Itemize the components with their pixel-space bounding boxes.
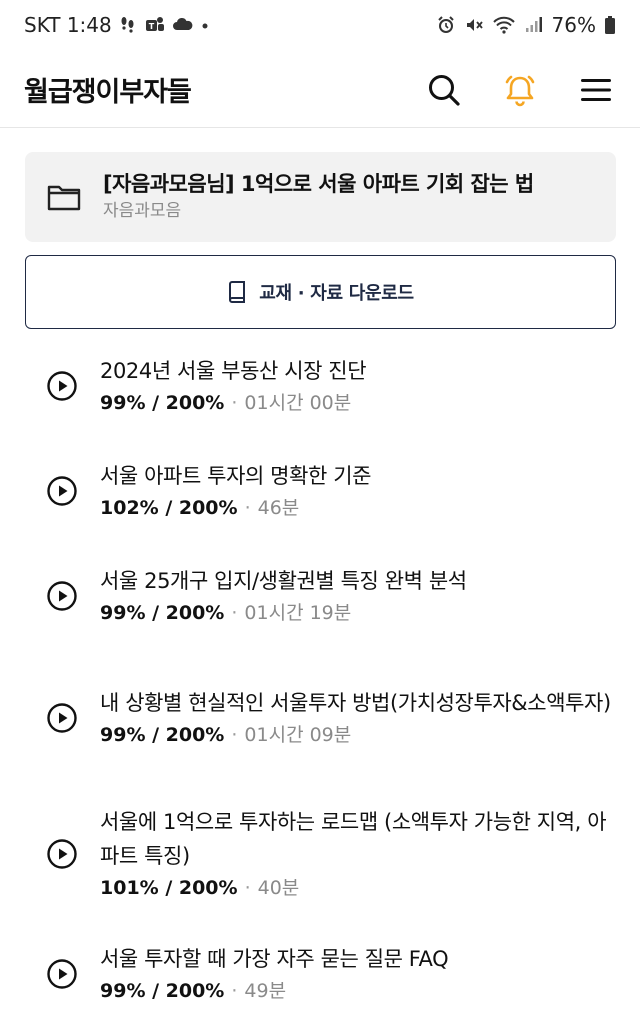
app-header: 월급쟁이부자들 [0,52,640,128]
course-title: [자음과모음님] 1억으로 서울 아파트 기회 잡는 법 [103,172,534,196]
separator-dot: · [244,497,251,519]
lesson-title: 서울 25개구 입지/생활권별 특징 완벽 분석 [100,569,467,593]
lesson-title: 서울 아파트 투자의 명확한 기준 [100,464,372,488]
alarm-icon [436,15,456,35]
menu-icon [581,78,611,101]
notification-button[interactable] [500,70,540,110]
lesson-item[interactable]: 서울에 1억으로 투자하는 로드맵 (소액투자 가능한 지역, 아파트 특징) … [0,803,640,905]
dot-icon [200,15,210,35]
lesson-title: 서울에 1억으로 투자하는 로드맵 (소액투자 가능한 지역, 아파트 특징) [100,810,607,868]
play-icon[interactable] [46,838,78,870]
lesson-item[interactable]: 서울 투자할 때 가장 자주 묻는 질문 FAQ 99% / 200% · 49분 [0,940,640,1008]
mute-icon [464,15,484,35]
folder-icon [47,182,81,212]
wifi-icon [492,15,516,35]
lesson-duration: 40분 [257,877,300,899]
lesson-title: 서울 투자할 때 가장 자주 묻는 질문 FAQ [100,947,449,971]
carrier-time: SKT 1:48 [24,13,112,37]
separator-dot: · [244,877,251,899]
lesson-progress: 102% / 200% [100,497,238,519]
search-button[interactable] [424,70,464,110]
separator-dot: · [231,392,238,414]
status-bar: SKT 1:48 T 76% [0,0,640,50]
lesson-progress: 101% / 200% [100,877,238,899]
download-materials-button[interactable]: 교재 · 자료 다운로드 [25,255,616,329]
svg-text:T: T [149,22,155,31]
battery-percent: 76% [551,13,596,37]
play-icon[interactable] [46,580,78,612]
footprints-icon [118,15,138,35]
menu-button[interactable] [576,70,616,110]
lesson-progress: 99% / 200% [100,392,225,414]
lesson-title: 내 상황별 현실적인 서울투자 방법(가치성장투자&소액투자) [100,691,611,715]
brand-logo[interactable]: 월급쟁이부자들 [24,70,192,109]
lesson-progress: 99% / 200% [100,980,225,1002]
play-icon[interactable] [46,958,78,990]
lesson-duration: 01시간 09분 [244,724,352,746]
lesson-item[interactable]: 서울 아파트 투자의 명확한 기준 102% / 200% · 46분 [0,457,640,525]
lesson-item[interactable]: 내 상황별 현실적인 서울투자 방법(가치성장투자&소액투자) 99% / 20… [0,667,640,769]
lesson-duration: 01시간 19분 [244,602,352,624]
book-icon [227,281,247,303]
lesson-duration: 01시간 00분 [244,392,352,414]
lesson-progress: 99% / 200% [100,724,225,746]
course-author: 자음과모음 [103,201,182,221]
course-card: [자음과모음님] 1억으로 서울 아파트 기회 잡는 법 자음과모음 [25,152,616,242]
cloud-icon [172,15,194,35]
play-icon[interactable] [46,702,78,734]
lesson-title: 2024년 서울 부동산 시장 진단 [100,359,367,383]
separator-dot: · [231,602,238,624]
lesson-item[interactable]: 서울 25개구 입지/생활권별 특징 완벽 분석 99% / 200% · 01시간… [0,562,640,630]
lesson-progress: 99% / 200% [100,602,225,624]
lesson-item[interactable]: 2024년 서울 부동산 시장 진단 99% / 200% · 01시간 00분 [0,352,640,420]
bell-icon [505,75,535,106]
battery-icon [604,15,616,35]
teams-icon: T [144,15,166,35]
download-label: 교재 · 자료 다운로드 [259,283,414,304]
separator-dot: · [231,980,238,1002]
play-icon[interactable] [46,370,78,402]
signal-icon [524,15,544,35]
play-icon[interactable] [46,475,78,507]
lesson-duration: 46분 [257,497,300,519]
separator-dot: · [231,724,238,746]
lesson-duration: 49분 [244,980,287,1002]
search-icon [429,74,460,106]
